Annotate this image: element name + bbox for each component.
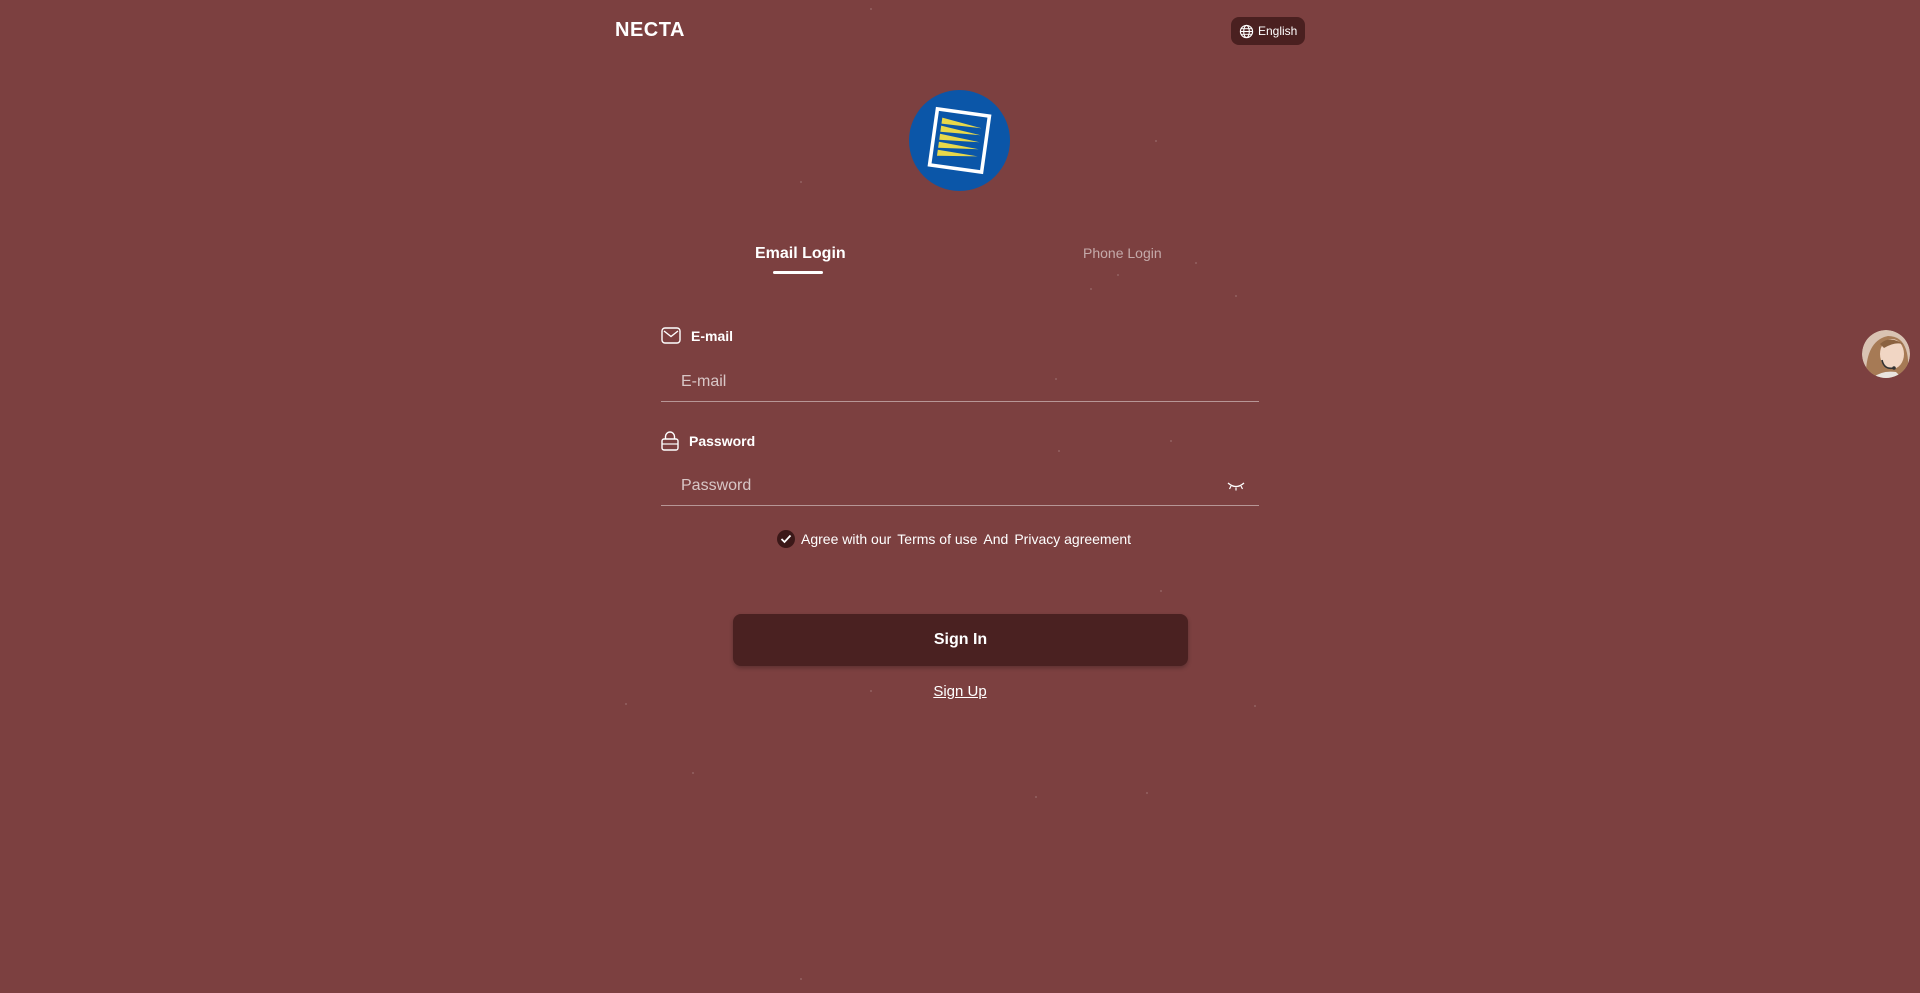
email-input[interactable]	[661, 362, 1259, 402]
email-label: E-mail	[691, 327, 734, 344]
terms-of-use-link[interactable]: Terms of use	[897, 531, 977, 547]
brand-title: NECTA	[615, 19, 685, 41]
sign-up-row: Sign Up	[0, 683, 1920, 700]
email-label-row: E-mail	[661, 327, 733, 344]
tab-phone-login[interactable]: Phone Login	[1083, 245, 1162, 261]
language-label: English	[1258, 24, 1298, 38]
privacy-agreement-link[interactable]: Privacy agreement	[1014, 531, 1131, 547]
globe-icon	[1239, 24, 1254, 38]
lock-icon	[661, 431, 679, 451]
agreement-row: Agree with our Terms of use And Privacy …	[777, 530, 1131, 548]
password-label: Password	[689, 433, 756, 449]
checkmark-icon	[780, 534, 792, 544]
mail-icon	[661, 327, 681, 344]
active-tab-indicator	[773, 271, 823, 274]
password-input[interactable]	[661, 466, 1259, 506]
password-label-row: Password	[661, 431, 755, 451]
app-logo	[909, 90, 1010, 191]
customer-support-avatar[interactable]	[1862, 330, 1910, 378]
agree-checkbox[interactable]	[777, 530, 795, 548]
agreement-conjunction: And	[983, 531, 1009, 547]
language-selector[interactable]: English	[1231, 17, 1306, 45]
login-page: NECTA English Email Login Phone Login E-…	[0, 0, 1920, 993]
agreement-prefix: Agree with our	[801, 531, 892, 547]
eye-closed-icon[interactable]	[1227, 480, 1245, 492]
sign-up-link[interactable]: Sign Up	[933, 683, 986, 700]
tab-email-login[interactable]: Email Login	[755, 245, 846, 263]
sign-in-button[interactable]: Sign In	[733, 614, 1188, 666]
